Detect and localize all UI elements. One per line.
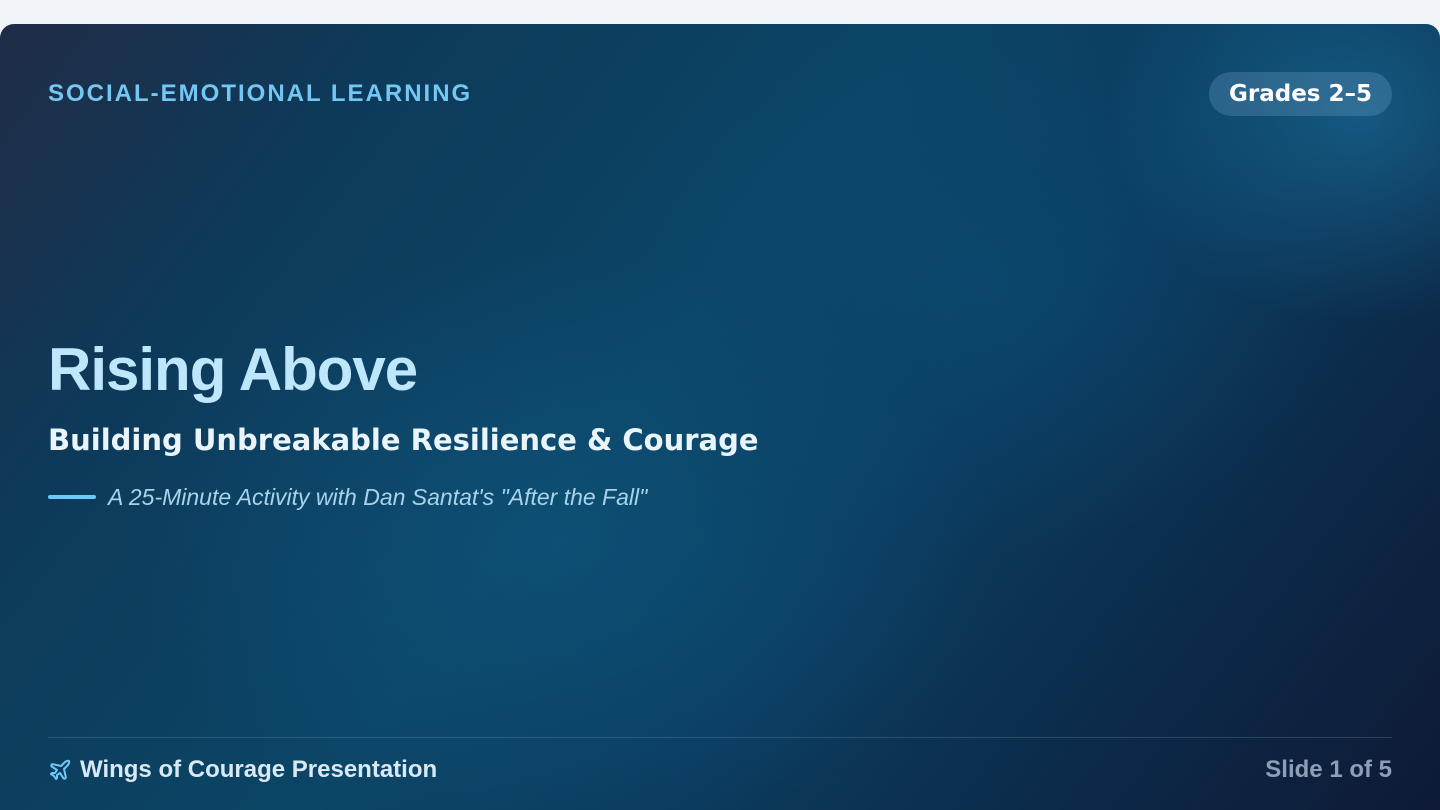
slide-footer: Wings of Courage Presentation Slide 1 of… [48, 737, 1392, 802]
tagline-row: A 25-Minute Activity with Dan Santat's "… [48, 480, 647, 514]
footer-brand: Wings of Courage Presentation [48, 755, 437, 785]
slide: SOCIAL-EMOTIONAL LEARNING Grades 2–5 Ris… [0, 24, 1440, 810]
accent-line [48, 495, 96, 499]
slide-title: Rising Above [48, 336, 418, 403]
plane-icon [48, 758, 72, 782]
slide-counter: Slide 1 of 5 [1265, 756, 1392, 783]
grade-badge: Grades 2–5 [1208, 72, 1392, 116]
presentation-name: Wings of Courage Presentation [80, 756, 438, 783]
slide-subtitle: Building Unbreakable Resilience & Courag… [48, 423, 759, 457]
tagline: A 25-Minute Activity with Dan Santat's "… [108, 484, 648, 510]
category-label: SOCIAL-EMOTIONAL LEARNING [48, 80, 473, 107]
